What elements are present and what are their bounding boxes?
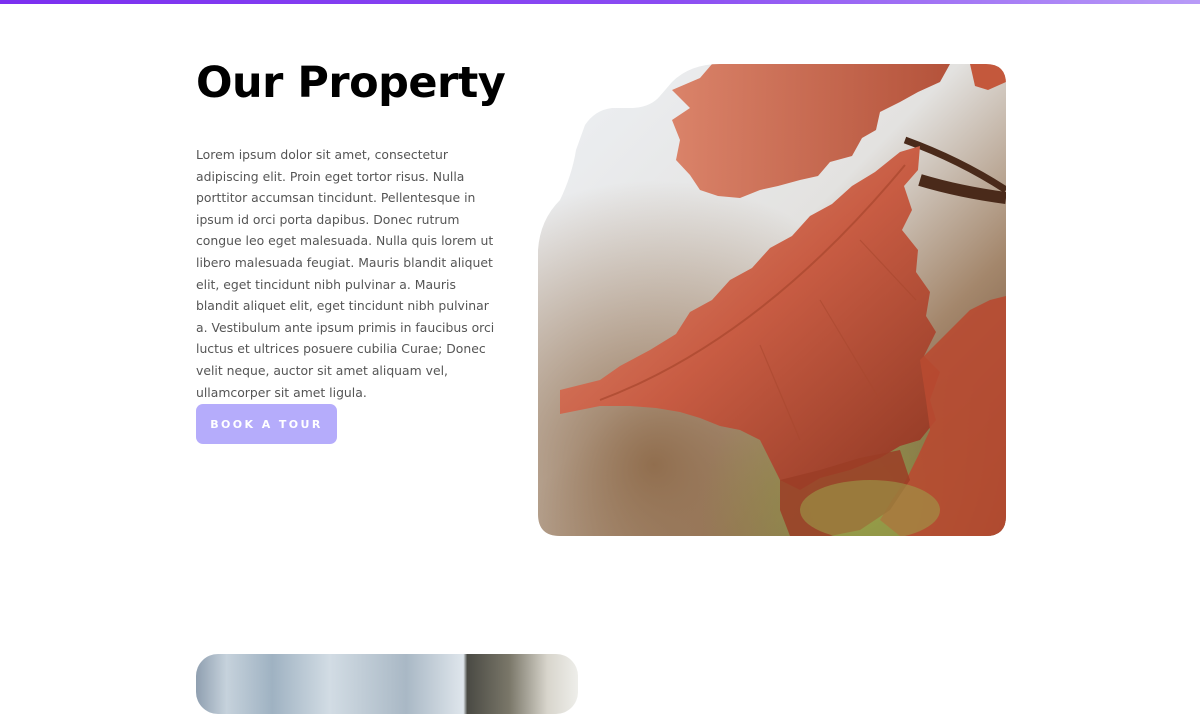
lower-section-image [196,654,578,714]
top-accent-bar [0,0,1200,4]
section-description: Lorem ipsum dolor sit amet, consectetur … [196,147,495,400]
section-title: Our Property [196,58,506,108]
property-hero-image [538,64,1006,536]
book-tour-button[interactable]: BOOK A TOUR [196,404,337,444]
